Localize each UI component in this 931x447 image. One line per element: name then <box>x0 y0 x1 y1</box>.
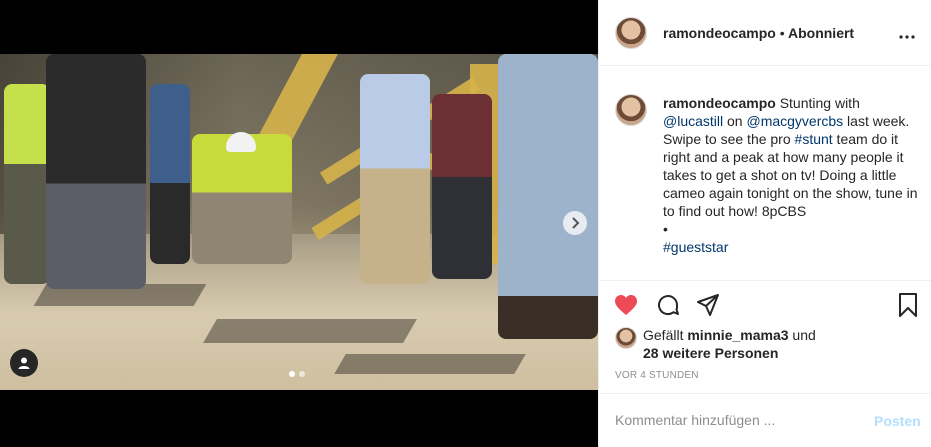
crew-member <box>150 84 190 264</box>
bookmark-icon <box>899 293 917 317</box>
carousel-indicator <box>289 371 305 377</box>
actor-maroon-shirt <box>432 94 492 279</box>
comment-icon <box>658 295 679 316</box>
mention-link[interactable]: @macgyvercbs <box>746 113 843 129</box>
comment-button[interactable] <box>655 292 681 318</box>
more-horizontal-icon <box>899 35 915 39</box>
post-comment-button[interactable]: Posten <box>874 413 921 429</box>
liker-username[interactable]: minnie_mama3 <box>687 327 788 343</box>
author-avatar[interactable] <box>615 17 647 49</box>
comment-input[interactable] <box>615 412 855 428</box>
ground-shadow <box>203 319 417 343</box>
post-timestamp[interactable]: VOR 4 STUNDEN <box>615 370 699 381</box>
mention-link[interactable]: @lucastill <box>663 113 723 129</box>
user-icon <box>18 357 30 369</box>
follow-status-button[interactable]: Abonniert <box>788 25 854 41</box>
author-username[interactable]: ramondeocampo <box>663 25 776 41</box>
share-button[interactable] <box>695 292 721 318</box>
crew-member-left <box>4 84 50 284</box>
carousel-next-button[interactable] <box>563 211 587 235</box>
post-media <box>0 0 598 447</box>
tagged-users-button[interactable] <box>10 349 38 377</box>
save-button[interactable] <box>895 292 921 318</box>
comment-bar: Posten <box>599 393 931 447</box>
liker-avatar[interactable] <box>615 327 637 349</box>
likes-others-link[interactable]: 28 weitere Personen <box>643 344 778 362</box>
caption-avatar[interactable] <box>615 94 647 126</box>
caption-text: ramondeocampo Stunting with @lucastill o… <box>663 94 921 256</box>
like-button[interactable] <box>613 292 639 318</box>
header-text: ramondeocampo • Abonniert <box>663 25 854 41</box>
post-photo[interactable] <box>0 54 598 390</box>
carousel-dot <box>299 371 305 377</box>
caption-part: on <box>723 113 747 129</box>
post-header: ramondeocampo • Abonniert <box>599 0 931 66</box>
heart-icon <box>615 295 637 315</box>
post-panel: ramondeocampo • Abonniert ramondeocampo … <box>598 0 931 447</box>
post-actions <box>599 280 931 332</box>
likes-line: Gefällt minnie_mama3 und <box>643 326 816 344</box>
seated-camera-operator <box>192 134 292 264</box>
caption-username[interactable]: ramondeocampo <box>663 95 776 111</box>
likes-suffix: und <box>788 327 816 343</box>
header-separator: • <box>779 25 785 41</box>
likes-prefix: Gefällt <box>643 327 688 343</box>
hashtag-link[interactable]: #gueststar <box>663 239 728 255</box>
caption-bullet: • <box>663 221 668 237</box>
chevron-right-icon <box>572 217 580 229</box>
actor-blue-shirt <box>360 74 430 284</box>
crew-jeans <box>498 54 598 339</box>
hashtag-link[interactable]: #stunt <box>795 131 833 147</box>
send-icon <box>697 294 719 316</box>
more-options-button[interactable] <box>899 26 915 40</box>
ground-shadow <box>334 354 526 374</box>
camera-operator <box>46 54 146 289</box>
carousel-dot-active <box>289 371 295 377</box>
caption-part: Stunting with <box>775 95 860 111</box>
